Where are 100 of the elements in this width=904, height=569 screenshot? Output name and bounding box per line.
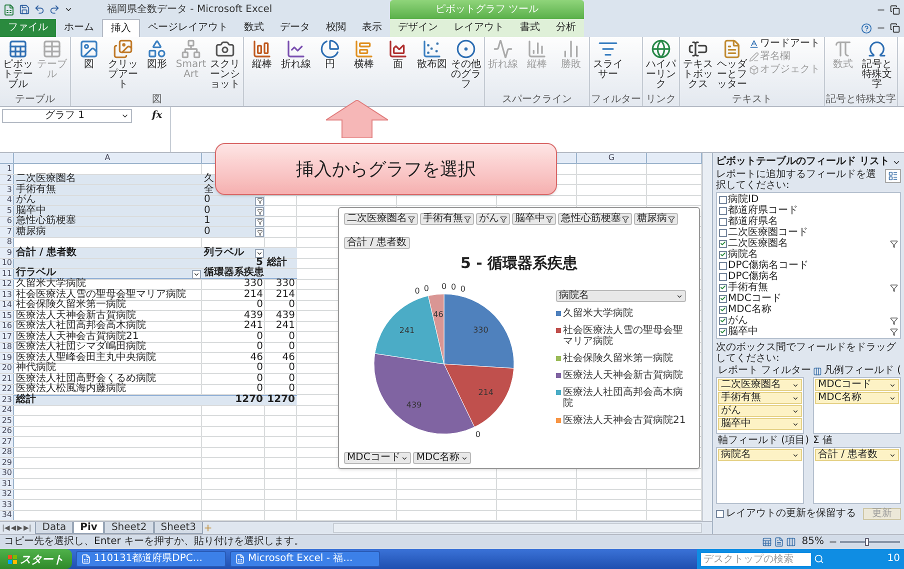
field-filter-button[interactable]: 脳卒中	[512, 213, 556, 225]
customize-icon[interactable]	[64, 5, 73, 14]
name-box[interactable]: グラフ 1	[2, 109, 132, 123]
ribbon-button[interactable]: 面	[381, 37, 415, 94]
checkbox[interactable]	[719, 196, 727, 204]
ribbon-tab[interactable]: ホーム	[56, 19, 102, 37]
checkbox[interactable]	[716, 510, 724, 518]
checkbox[interactable]	[719, 294, 727, 302]
dropdown-button[interactable]	[192, 270, 201, 279]
field-item[interactable]: DPC傷病名コード	[717, 260, 900, 271]
field-item[interactable]: 都道府県コード	[717, 205, 900, 216]
sheet-tab[interactable]: Piv	[73, 522, 104, 534]
checkbox[interactable]	[719, 284, 727, 292]
redo-icon[interactable]	[49, 4, 60, 15]
checkbox[interactable]	[719, 228, 727, 236]
field-item[interactable]: DPC傷病名	[717, 271, 900, 282]
axis-field-dropdown[interactable]: MDC名称	[413, 452, 471, 464]
ribbon-tab[interactable]: ページレイアウト	[140, 19, 236, 37]
layout-button[interactable]	[885, 169, 901, 183]
field-item[interactable]: 二次医療圏コード	[717, 227, 900, 238]
checkbox[interactable]	[719, 272, 727, 280]
field-item[interactable]: 病院ID	[717, 194, 900, 205]
checkbox[interactable]	[719, 250, 727, 258]
field-chip[interactable]: 手術有無	[718, 392, 802, 404]
field-item[interactable]: 二次医療圏名	[717, 238, 900, 249]
normal-view-icon[interactable]	[762, 537, 772, 547]
ribbon-button[interactable]: ヘッダーとフッター	[715, 37, 749, 94]
ribbon-button[interactable]: 散布図	[415, 37, 449, 94]
ribbon-button[interactable]: スライサー	[591, 37, 625, 94]
sheet-tab[interactable]: Sheet2	[104, 522, 154, 534]
taskbar-button[interactable]: Microsoft Excel - 福...	[230, 551, 380, 567]
field-filter-button[interactable]: がん	[476, 213, 510, 225]
ribbon-tab[interactable]: ファイル	[0, 19, 56, 37]
ribbon-button[interactable]: 図形	[140, 37, 174, 94]
dropdown-button[interactable]	[255, 249, 264, 258]
ribbon-button[interactable]: 記号と特殊文字	[860, 37, 894, 94]
ribbon-button[interactable]: ワードアート	[749, 39, 823, 49]
taskbar-button[interactable]: 110131都道府県DPC...	[76, 551, 226, 567]
axis-field-dropdown[interactable]: MDCコード	[344, 452, 412, 464]
ribbon-tab[interactable]: データ	[272, 19, 318, 37]
insert-function-button[interactable]: fx	[152, 110, 162, 122]
checkbox[interactable]	[719, 206, 727, 214]
field-chip[interactable]: 病院名	[718, 449, 802, 461]
restore-icon[interactable]	[890, 23, 900, 33]
sheet-tab[interactable]: Sheet3	[154, 522, 204, 534]
donut-chart-icon	[456, 39, 476, 59]
restore-icon[interactable]	[890, 4, 900, 14]
ribbon-button[interactable]: 円	[313, 37, 347, 94]
field-item[interactable]: 手術有無	[717, 282, 900, 293]
field-filter-button[interactable]: 手術有無	[420, 213, 474, 225]
undo-icon[interactable]	[34, 4, 45, 15]
field-item[interactable]: 都道府県名	[717, 216, 900, 227]
field-chip[interactable]: MDC名称	[815, 392, 899, 404]
help-icon[interactable]	[861, 22, 872, 34]
ribbon-button[interactable]: スクリーンショット	[208, 37, 242, 94]
ribbon-button[interactable]: 折れ線	[279, 37, 313, 94]
filter-dropdown-button[interactable]	[255, 207, 264, 216]
page-break-icon[interactable]	[786, 537, 796, 547]
value-field-button[interactable]: 合計 / 患者数	[344, 237, 410, 249]
ribbon-tab[interactable]: 校閲	[318, 19, 354, 37]
horizontal-scrollbar[interactable]	[333, 523, 702, 533]
field-item[interactable]: がん	[717, 315, 900, 326]
vertical-scrollbar[interactable]	[702, 153, 712, 521]
page-layout-icon[interactable]	[774, 537, 784, 547]
filter-dropdown-button[interactable]	[255, 228, 264, 237]
zoom-slider[interactable]	[840, 537, 900, 547]
field-chip[interactable]: 二次医療圏名	[718, 379, 802, 391]
ribbon-button[interactable]: 縦棒	[245, 37, 279, 94]
ribbon-button[interactable]: ピボットテーブル	[1, 37, 35, 94]
legend-field-dropdown[interactable]: 病院名	[556, 290, 686, 302]
ribbon-tab[interactable]: 表示	[354, 19, 390, 37]
ribbon-tab[interactable]: 数式	[236, 19, 272, 37]
checkbox[interactable]	[719, 218, 727, 226]
ribbon-button[interactable]: 横棒	[347, 37, 381, 94]
ribbon-button[interactable]: ハイパーリンク	[644, 37, 678, 94]
ribbon-button[interactable]: テキストボックス	[681, 37, 715, 94]
ribbon-button[interactable]: 図	[72, 37, 106, 94]
checkbox[interactable]	[719, 262, 727, 270]
ribbon-button[interactable]: クリップアート	[106, 37, 140, 94]
field-item[interactable]: MDC名称	[717, 304, 900, 315]
checkbox[interactable]	[719, 306, 727, 314]
ribbon-tab[interactable]: 挿入	[102, 19, 140, 37]
field-filter-button[interactable]: 二次医療圏名	[344, 213, 418, 225]
field-item[interactable]: 脳卒中	[717, 326, 900, 337]
ribbon-button[interactable]: その他のグラフ	[449, 37, 483, 94]
checkbox[interactable]	[719, 240, 727, 248]
field-chip[interactable]: がん	[718, 405, 802, 417]
search-icon[interactable]	[814, 554, 824, 564]
field-item[interactable]: 病院名	[717, 249, 900, 260]
save-icon[interactable]	[19, 4, 30, 15]
field-filter-button[interactable]: 糖尿病	[634, 213, 678, 225]
field-chip[interactable]: 脳卒中	[718, 418, 802, 430]
field-chip[interactable]: MDCコード	[815, 379, 899, 391]
checkbox[interactable]	[719, 328, 727, 336]
checkbox[interactable]	[719, 316, 727, 324]
field-item[interactable]: MDCコード	[717, 293, 900, 304]
field-filter-button[interactable]: 急性心筋梗塞	[558, 213, 632, 225]
sheet-tab[interactable]: Data	[35, 522, 74, 534]
desktop-search-field[interactable]: デスクトップの検索	[701, 552, 812, 566]
field-chip[interactable]: 合計 / 患者数	[815, 449, 899, 461]
